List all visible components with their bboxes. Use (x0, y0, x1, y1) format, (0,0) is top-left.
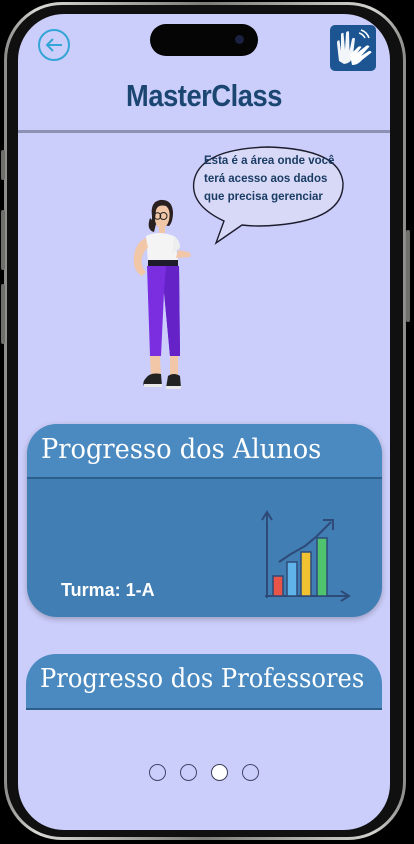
speech-text: Esta é a área onde você terá acesso aos … (204, 155, 335, 203)
teachers-progress-card[interactable]: Progresso dos Professores (26, 654, 382, 710)
teachers-progress-title: Progresso dos Professores (40, 664, 365, 694)
students-progress-title: Progresso dos Alunos (41, 434, 322, 465)
power-button (406, 230, 410, 322)
app-screen: MasterClass Esta é a área onde você terá… (18, 14, 390, 830)
students-progress-card[interactable]: Progresso dos Alunos Turma: 1-A (27, 424, 382, 617)
page-dot-1[interactable] (149, 764, 166, 781)
volume-up-button (1, 210, 5, 270)
page-title: MasterClass (126, 78, 282, 113)
teacher-avatar-illustration (133, 199, 191, 389)
back-button[interactable] (38, 29, 70, 61)
action-button (1, 150, 5, 180)
arrow-left-circle-icon (45, 38, 62, 52)
bar-chart-growth-icon (261, 510, 351, 602)
sign-language-hands-icon (337, 29, 372, 65)
page-dot-4[interactable] (242, 764, 259, 781)
page-dot-2[interactable] (180, 764, 197, 781)
dynamic-island (150, 24, 258, 56)
volume-down-button (1, 284, 5, 344)
page-dot-3-active[interactable] (211, 764, 228, 781)
class-label: Turma: 1-A (61, 580, 155, 600)
sign-language-button[interactable] (330, 25, 376, 71)
page-indicator (18, 764, 390, 781)
